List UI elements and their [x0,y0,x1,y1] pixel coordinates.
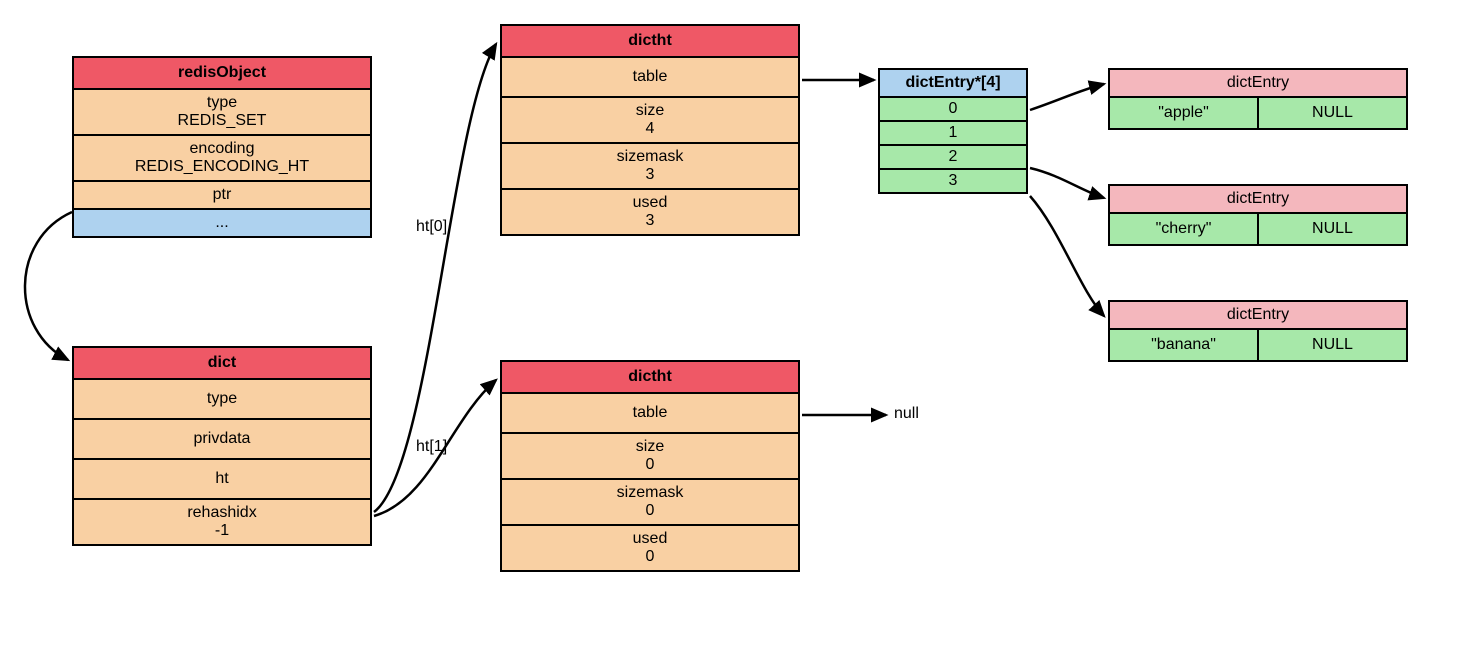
dict-entry-cherry-key: "cherry" [1110,214,1259,244]
dictht1-size-row: size 0 [502,434,798,480]
dict-entry-banana-next: NULL [1259,330,1406,360]
null-label: null [894,405,919,423]
dict-entry-apple-next: NULL [1259,98,1406,128]
dictht0-size-row: size 4 [502,98,798,144]
dict-entry-cherry-next: NULL [1259,214,1406,244]
dictht1-used-row: used 0 [502,526,798,570]
redis-object-type-row: type REDIS_SET [74,90,370,136]
redis-object-ptr-row: ptr [74,182,370,210]
dict-entry-apple: dictEntry "apple" NULL [1108,68,1408,130]
redis-object-encoding-row: encoding REDIS_ENCODING_HT [74,136,370,182]
dict-entry-array-slot-0: 0 [880,98,1026,122]
dict-entry-banana-title: dictEntry [1110,302,1406,330]
ht1-label: ht[1] [416,438,447,456]
dictht0-struct: dictht table size 4 sizemask 3 used 3 [500,24,800,236]
dict-entry-cherry-title: dictEntry [1110,186,1406,214]
dict-title: dict [74,348,370,380]
dict-entry-array-slot-1: 1 [880,122,1026,146]
dictht0-sizemask-row: sizemask 3 [502,144,798,190]
dictht0-table-row: table [502,58,798,98]
dict-privdata-row: privdata [74,420,370,460]
dictht1-sizemask-row: sizemask 0 [502,480,798,526]
dict-entry-array: dictEntry*[4] 0 1 2 3 [878,68,1028,194]
dict-entry-apple-key: "apple" [1110,98,1259,128]
redis-object-struct: redisObject type REDIS_SET encoding REDI… [72,56,372,238]
dictht0-title: dictht [502,26,798,58]
dict-rehashidx-row: rehashidx -1 [74,500,370,544]
dict-ht-row: ht [74,460,370,500]
dict-entry-banana: dictEntry "banana" NULL [1108,300,1408,362]
dict-type-row: type [74,380,370,420]
dictht1-table-row: table [502,394,798,434]
dict-entry-array-title: dictEntry*[4] [880,70,1026,98]
dict-entry-apple-title: dictEntry [1110,70,1406,98]
dict-entry-array-slot-3: 3 [880,170,1026,192]
ht0-label: ht[0] [416,218,447,236]
dictht1-struct: dictht table size 0 sizemask 0 used 0 [500,360,800,572]
dict-entry-array-slot-2: 2 [880,146,1026,170]
dict-struct: dict type privdata ht rehashidx -1 [72,346,372,546]
dict-entry-cherry: dictEntry "cherry" NULL [1108,184,1408,246]
dictht1-title: dictht [502,362,798,394]
redis-object-title: redisObject [74,58,370,90]
dictht0-used-row: used 3 [502,190,798,234]
dict-entry-banana-key: "banana" [1110,330,1259,360]
redis-object-rest-row: ... [74,210,370,236]
